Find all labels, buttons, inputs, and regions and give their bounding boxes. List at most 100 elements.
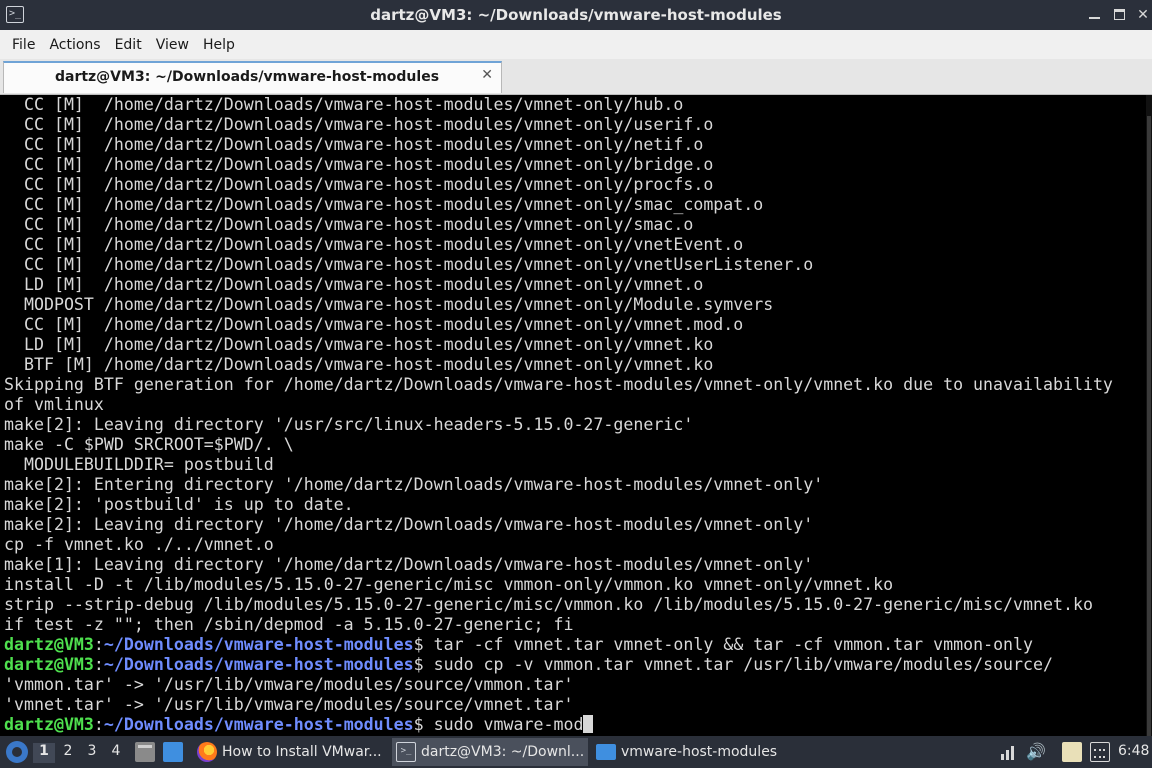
terminal-line: CC [M] /home/dartz/Downloads/vmware-host… [4,175,1113,195]
output-text: if test -z ""; then /sbin/depmod -a 5.15… [4,615,574,634]
output-text: 'vmnet.tar' -> '/usr/lib/vmware/modules/… [4,695,574,714]
terminal-line: make[1]: Leaving directory '/home/dartz/… [4,555,1113,575]
output-text: 'vmmon.tar' -> '/usr/lib/vmware/modules/… [4,675,574,694]
output-text: make[2]: Leaving directory '/usr/src/lin… [4,415,694,434]
prompt-separator: : [93,635,104,654]
minimize-icon[interactable] [1085,5,1105,25]
terminal-line: CC [M] /home/dartz/Downloads/vmware-host… [4,195,1113,215]
output-text: CC [M] /home/dartz/Downloads/vmware-host… [4,175,714,194]
close-icon[interactable]: ✕ [1133,5,1152,25]
workspace-2[interactable]: 2 [57,743,79,763]
terminal-line: dartz@VM3:~/Downloads/vmware-host-module… [4,655,1113,675]
output-text: make -C $PWD SRCROOT=$PWD/. \ [4,435,294,454]
terminal-line: CC [M] /home/dartz/Downloads/vmware-host… [4,235,1113,255]
command-text: sudo vmware-mod [433,715,584,734]
maximize-icon[interactable] [1110,5,1130,25]
task-label: vmware-host-modules [621,744,778,760]
output-text: make[2]: 'postbuild' is up to date. [4,495,354,514]
text-cursor [583,715,594,733]
terminal-line: strip --strip-debug /lib/modules/5.15.0-… [4,595,1113,615]
show-desktop-icon[interactable] [163,742,183,762]
terminal-icon: >_ [396,742,416,762]
output-text: LD [M] /home/dartz/Downloads/vmware-host… [4,275,704,294]
terminal-line: CC [M] /home/dartz/Downloads/vmware-host… [4,95,1113,115]
volume-icon[interactable]: 🔊 [1026,742,1046,762]
terminal-line: CC [M] /home/dartz/Downloads/vmware-host… [4,115,1113,135]
output-text: CC [M] /home/dartz/Downloads/vmware-host… [4,115,714,134]
output-text: install -D -t /lib/modules/5.15.0-27-gen… [4,575,894,594]
terminal-line: install -D -t /lib/modules/5.15.0-27-gen… [4,575,1113,595]
task-label: How to Install VMwar... [222,744,382,760]
output-text: of vmlinux [4,395,104,414]
prompt-user: dartz@VM3 [4,715,94,734]
terminal-line: make[2]: Leaving directory '/home/dartz/… [4,515,1113,535]
network-bar [1006,750,1009,760]
network-bar [1011,746,1014,760]
terminal-line: make[2]: 'postbuild' is up to date. [4,495,1113,515]
terminal-line: CC [M] /home/dartz/Downloads/vmware-host… [4,135,1113,155]
terminal-line: make -C $PWD SRCROOT=$PWD/. \ [4,435,1113,455]
output-text: CC [M] /home/dartz/Downloads/vmware-host… [4,155,714,174]
terminal-line: dartz@VM3:~/Downloads/vmware-host-module… [4,715,1113,735]
terminal-line: MODPOST /home/dartz/Downloads/vmware-hos… [4,295,1113,315]
output-text: make[2]: Entering directory '/home/dartz… [4,475,824,494]
workspace-1[interactable]: 1 [33,743,55,763]
output-text: CC [M] /home/dartz/Downloads/vmware-host… [4,315,744,334]
keyboard-icon[interactable] [1090,742,1110,762]
folder-icon [596,744,616,760]
menu-edit[interactable]: Edit [108,37,149,53]
output-text: CC [M] /home/dartz/Downloads/vmware-host… [4,255,814,274]
network-bar [1001,754,1004,760]
tab-terminal[interactable]: dartz@VM3: ~/Downloads/vmware-host-modul… [3,61,502,93]
menu-view[interactable]: View [149,37,196,53]
terminal-line: cp -f vmnet.ko ./../vmnet.o [4,535,1113,555]
terminal-scrollbar[interactable] [1146,95,1152,736]
terminal-output: CC [M] /home/dartz/Downloads/vmware-host… [4,95,1113,735]
output-text: make[2]: Leaving directory '/home/dartz/… [4,515,814,534]
prompt-end: $ [413,635,434,654]
workspace-3[interactable]: 3 [81,743,103,763]
prompt-end: $ [413,715,434,734]
task-terminal[interactable]: >_ dartz@VM3: ~/Downl... [392,738,588,766]
terminal-line: CC [M] /home/dartz/Downloads/vmware-host… [4,315,1113,335]
terminal-view[interactable]: CC [M] /home/dartz/Downloads/vmware-host… [0,95,1152,736]
output-text: CC [M] /home/dartz/Downloads/vmware-host… [4,135,704,154]
window-title: dartz@VM3: ~/Downloads/vmware-host-modul… [370,6,782,24]
terminal-line: CC [M] /home/dartz/Downloads/vmware-host… [4,215,1113,235]
output-text: strip --strip-debug /lib/modules/5.15.0-… [4,595,1093,614]
terminal-line: CC [M] /home/dartz/Downloads/vmware-host… [4,155,1113,175]
menu-file[interactable]: File [5,37,42,53]
terminal-line: 'vmmon.tar' -> '/usr/lib/vmware/modules/… [4,675,1113,695]
network-icon[interactable] [998,742,1018,762]
prompt-user: dartz@VM3 [4,655,94,674]
prompt-path: ~/Downloads/vmware-host-modules [103,635,414,654]
terminal-line: CC [M] /home/dartz/Downloads/vmware-host… [4,255,1113,275]
clipboard-icon[interactable] [1062,742,1082,762]
tab-close-icon[interactable]: ✕ [481,67,493,83]
output-text: CC [M] /home/dartz/Downloads/vmware-host… [4,95,684,114]
terminal-line: LD [M] /home/dartz/Downloads/vmware-host… [4,275,1113,295]
menu-bar: File Actions Edit View Help [0,30,1152,59]
task-firefox[interactable]: How to Install VMwar... [193,738,385,766]
terminal-line: MODULEBUILDDIR= postbuild [4,455,1113,475]
start-menu-icon[interactable] [6,741,28,763]
prompt-separator: : [93,655,104,674]
terminal-line: of vmlinux [4,395,1113,415]
output-text: CC [M] /home/dartz/Downloads/vmware-host… [4,235,744,254]
window-titlebar[interactable]: >_ dartz@VM3: ~/Downloads/vmware-host-mo… [0,0,1152,30]
terminal-line: LD [M] /home/dartz/Downloads/vmware-host… [4,335,1113,355]
output-text: MODPOST /home/dartz/Downloads/vmware-hos… [4,295,774,314]
menu-help[interactable]: Help [196,37,242,53]
terminal-line: if test -z ""; then /sbin/depmod -a 5.15… [4,615,1113,635]
task-file-manager[interactable]: vmware-host-modules [594,738,794,766]
menu-actions[interactable]: Actions [42,37,107,53]
tab-bar: dartz@VM3: ~/Downloads/vmware-host-modul… [0,59,1152,95]
task-label: dartz@VM3: ~/Downl... [421,744,585,760]
prompt-path: ~/Downloads/vmware-host-modules [103,715,414,734]
workspace-4[interactable]: 4 [105,743,127,763]
scrollbar-thumb[interactable] [1147,116,1151,736]
file-manager-icon[interactable] [135,742,155,762]
taskbar: 1 2 3 4 How to Install VMwar... >_ dartz… [0,736,1152,768]
prompt-path: ~/Downloads/vmware-host-modules [103,655,414,674]
output-text: CC [M] /home/dartz/Downloads/vmware-host… [4,195,764,214]
